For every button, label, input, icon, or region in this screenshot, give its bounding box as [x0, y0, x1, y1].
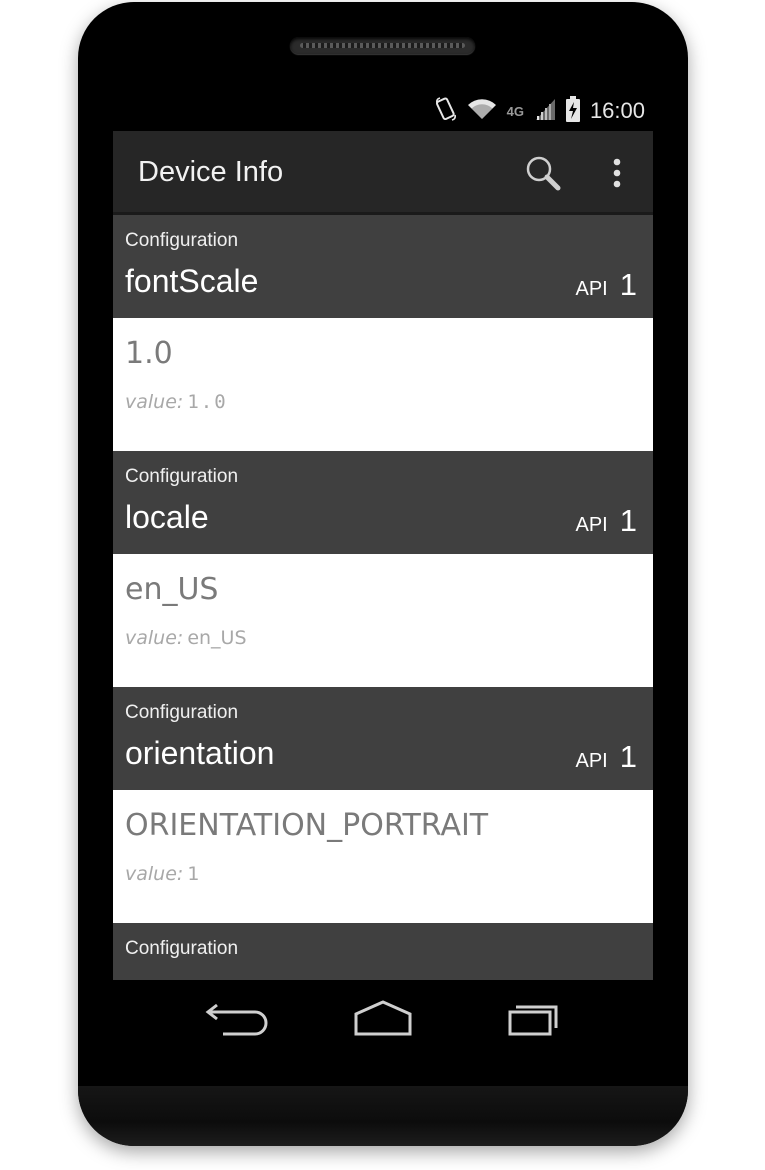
- api-label: API: [575, 750, 608, 772]
- list-item-body[interactable]: ORIENTATION_PORTRAIT value: 1: [113, 790, 653, 923]
- value-text: 1: [187, 863, 200, 885]
- status-icons: 4G 16:00: [435, 96, 645, 126]
- item-category: Configuration: [125, 466, 239, 487]
- device-screen: 4G 16:00 Device Info Configuration fontS…: [113, 90, 653, 980]
- status-bar: 4G 16:00: [113, 90, 653, 131]
- api-level: 1: [619, 739, 637, 774]
- api-level: 1: [619, 267, 637, 302]
- item-category: Configuration: [125, 938, 239, 959]
- app-title: Device Info: [138, 156, 284, 188]
- signal-icon: [534, 97, 556, 125]
- phone-chin: [78, 1086, 688, 1146]
- value-label: value:: [125, 863, 184, 885]
- action-bar: Device Info: [113, 131, 653, 215]
- search-icon[interactable]: [523, 153, 565, 195]
- item-category: Configuration: [125, 702, 239, 723]
- item-raw-value: value: 1: [125, 863, 199, 885]
- value-label: value:: [125, 391, 184, 413]
- battery-charging-icon: [565, 96, 580, 126]
- item-category: Configuration: [125, 230, 239, 251]
- item-name: fontScale: [125, 263, 259, 299]
- api-level: 1: [619, 503, 637, 538]
- item-name: orientation: [125, 735, 275, 771]
- value-text: en_US: [187, 627, 247, 649]
- rotate-icon: [435, 97, 457, 125]
- api-label: API: [575, 278, 608, 300]
- list-item-body[interactable]: en_US value: en_US: [113, 554, 653, 687]
- list-item-header[interactable]: Configuration fontScale API 1: [113, 215, 653, 318]
- api-label: API: [575, 514, 608, 536]
- item-api: API 1: [576, 267, 638, 303]
- list-item-body[interactable]: 1.0 value: 1.0: [113, 318, 653, 451]
- item-display-value: ORIENTATION_PORTRAIT: [125, 808, 489, 843]
- value-label: value:: [125, 627, 184, 649]
- item-display-value: 1.0: [125, 336, 173, 371]
- recent-apps-icon[interactable]: [498, 998, 568, 1042]
- navigation-bar: [113, 980, 653, 1062]
- list-item-header[interactable]: Configuration locale API 1: [113, 451, 653, 554]
- item-api: API 1: [576, 503, 638, 539]
- network-4g-lte-icon: 4G: [506, 103, 524, 119]
- item-raw-value: value: en_US: [125, 627, 247, 649]
- list-item-header[interactable]: Configuration: [113, 923, 653, 980]
- item-display-value: en_US: [125, 572, 219, 607]
- status-time: 16:00: [589, 98, 645, 123]
- wifi-icon: [467, 98, 497, 124]
- home-icon[interactable]: [348, 998, 418, 1042]
- item-api: API 1: [576, 739, 638, 775]
- list-item-header[interactable]: Configuration orientation API 1: [113, 687, 653, 790]
- overflow-menu-icon[interactable]: [601, 153, 633, 195]
- item-name: locale: [125, 499, 209, 535]
- speaker-grille: [290, 37, 475, 54]
- back-icon[interactable]: [203, 998, 273, 1042]
- item-raw-value: value: 1.0: [125, 391, 228, 413]
- device-info-list: Configuration fontScale API 1 1.0 value:…: [113, 215, 653, 980]
- value-text: 1.0: [187, 391, 228, 413]
